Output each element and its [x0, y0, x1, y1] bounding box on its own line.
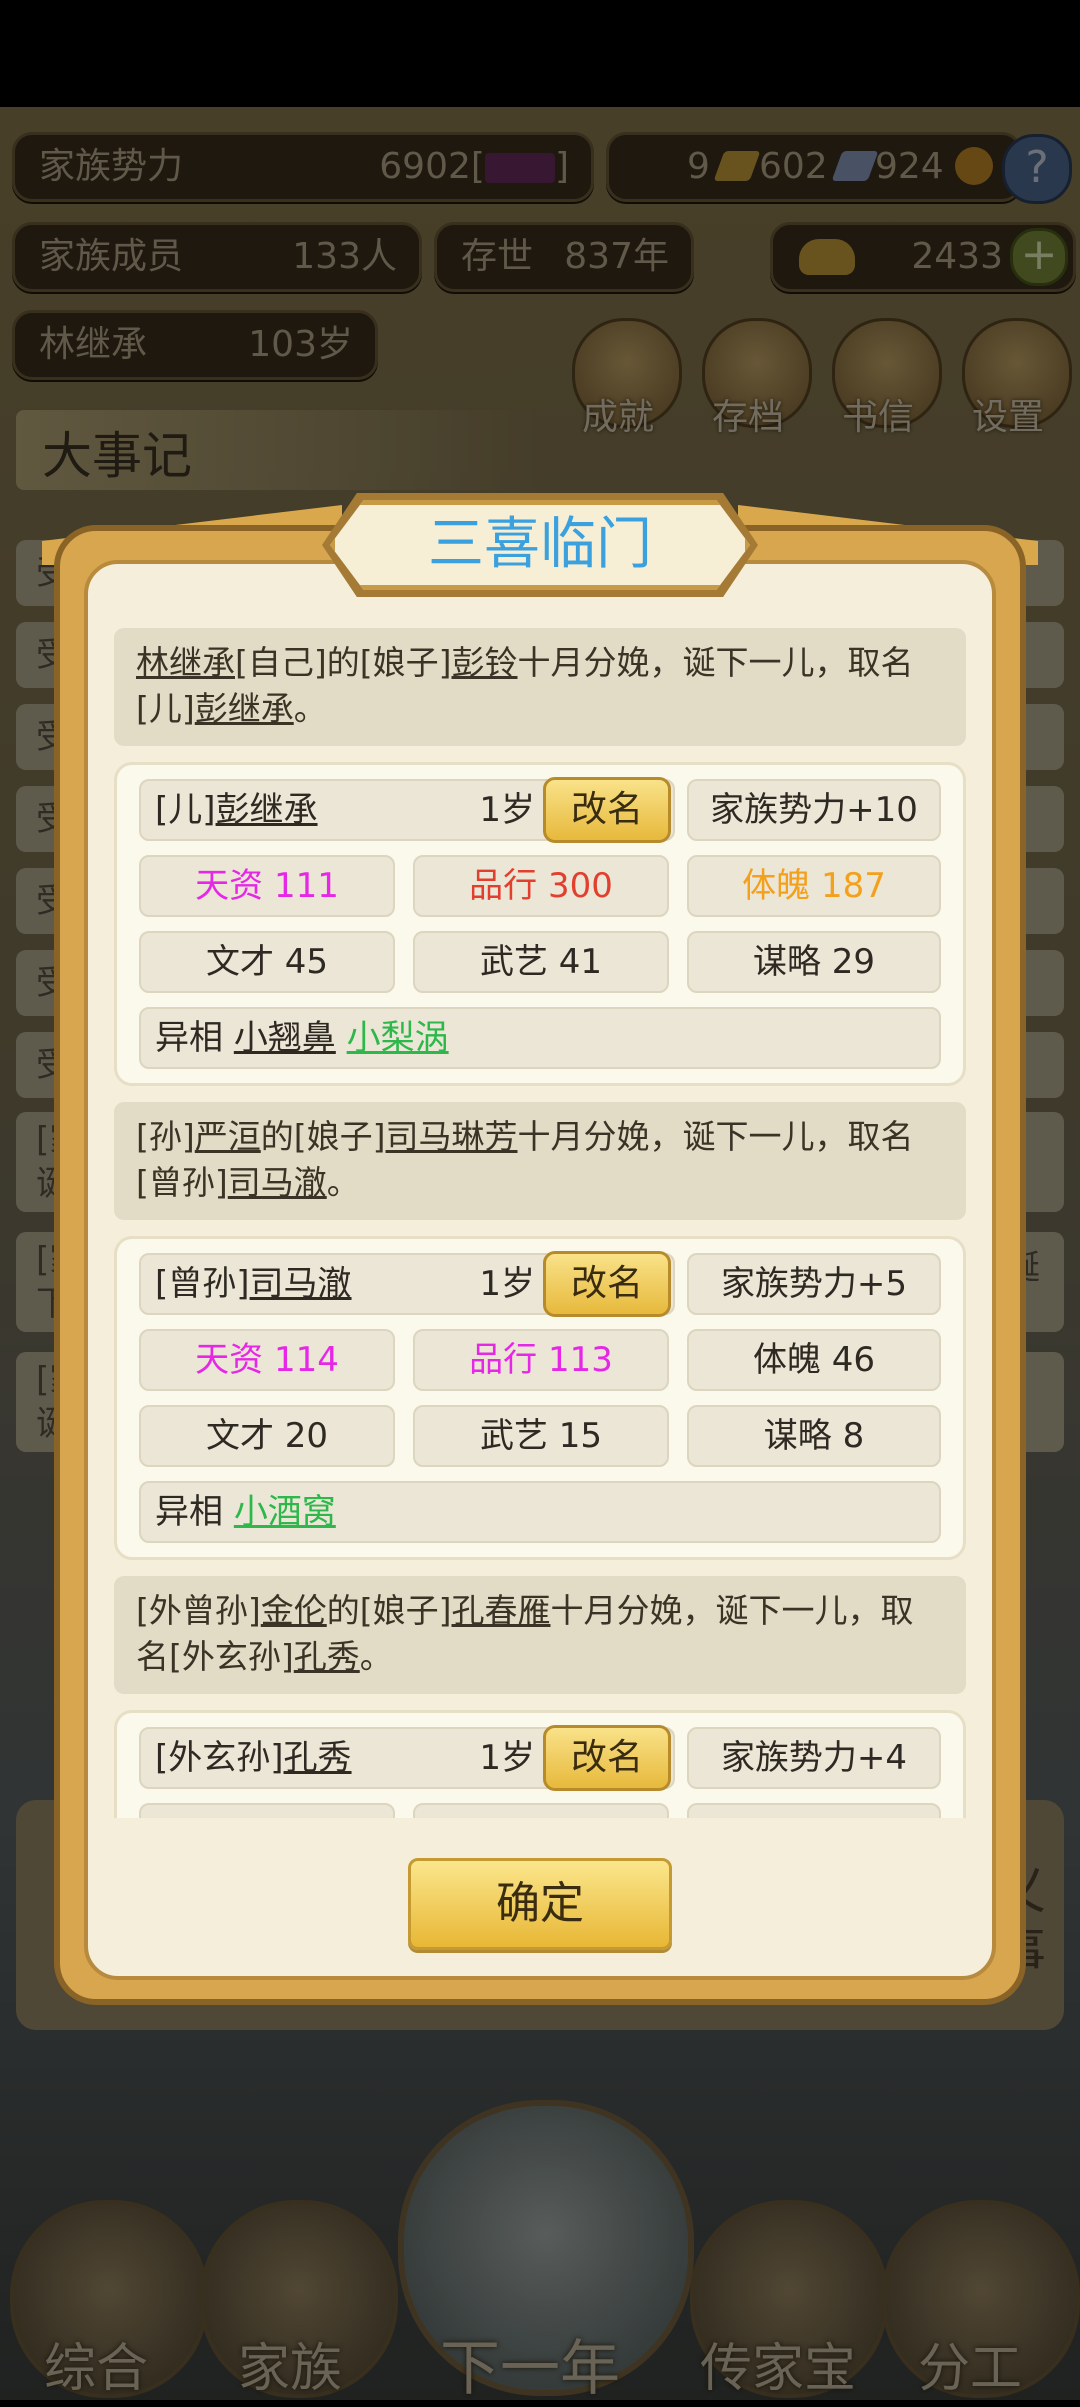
rename-button[interactable]: 改名	[543, 1725, 671, 1791]
announce-text: 。	[293, 689, 327, 728]
child-name[interactable]: 孔秀	[284, 1738, 352, 1778]
trait[interactable]: 小梨涡	[347, 1018, 449, 1058]
stat-literary: 文才 45	[139, 931, 395, 993]
announce-name[interactable]: 金伦	[261, 1591, 327, 1630]
child-card: [曾孙]司马澈 1岁 改名 家族势力+5 天资 114 品行 113 体魄 46…	[114, 1236, 966, 1560]
announce-name[interactable]: 孔秀	[294, 1637, 360, 1676]
stat-cell-clipped	[687, 1803, 941, 1818]
stat-conduct: 品行 300	[413, 855, 669, 917]
announce-name[interactable]: 司马澈	[228, 1163, 327, 1202]
child-age: 1岁	[479, 790, 535, 830]
stat-physique: 体魄 46	[687, 1329, 941, 1391]
child-name[interactable]: 彭继承	[216, 790, 318, 830]
announce-name[interactable]: 彭继承	[195, 689, 294, 728]
announce-name[interactable]: 林继承	[136, 643, 235, 682]
announce-text: 的[娘子]	[260, 1117, 386, 1156]
events-scroll-list[interactable]: 林继承[自己]的[娘子]彭铃十月分娩，诞下一儿，取名[儿]彭继承。 [儿]彭继承…	[114, 618, 966, 1818]
stat-cell-clipped	[139, 1803, 395, 1818]
announce-text: 的[娘子]	[326, 1591, 452, 1630]
confirm-button[interactable]: 确定	[408, 1858, 672, 1950]
modal-title: 三喜临门	[428, 512, 652, 577]
child-age: 1岁	[479, 1738, 535, 1778]
trait[interactable]: 小翘鼻	[234, 1018, 336, 1058]
child-age: 1岁	[479, 1264, 535, 1304]
child-card: [外玄孙]孔秀 1岁 改名 家族势力+4	[114, 1710, 966, 1818]
traits-cell: 异相 小翘鼻 小梨涡	[139, 1007, 941, 1069]
stat-conduct: 品行 113	[413, 1329, 669, 1391]
stat-cell-clipped	[413, 1803, 669, 1818]
family-power-gain: 家族势力+5	[687, 1253, 941, 1315]
rename-button[interactable]: 改名	[543, 777, 671, 843]
rename-button[interactable]: 改名	[543, 1251, 671, 1317]
family-power-gain: 家族势力+10	[687, 779, 941, 841]
birth-announcement: [孙]严洹的[娘子]司马琳芳十月分娩，诞下一儿，取名[曾孙]司马澈。	[114, 1102, 966, 1220]
child-relation: [儿]	[155, 790, 216, 830]
birth-announcement: 林继承[自己]的[娘子]彭铃十月分娩，诞下一儿，取名[儿]彭继承。	[114, 628, 966, 746]
stat-strategy: 谋略 29	[687, 931, 941, 993]
stat-physique: 体魄 187	[687, 855, 941, 917]
announce-text: [外曾孙]	[136, 1591, 261, 1630]
trait[interactable]: 小酒窝	[234, 1492, 336, 1532]
birth-announcement: [外曾孙]金伦的[娘子]孔春雁十月分娩，诞下一儿，取名[外玄孙]孔秀。	[114, 1576, 966, 1694]
announce-text: [自己]的[娘子]	[235, 643, 452, 682]
stat-strategy: 谋略 8	[687, 1405, 941, 1467]
child-name[interactable]: 司马澈	[250, 1264, 352, 1304]
announce-text: [孙]	[136, 1117, 195, 1156]
stat-literary: 文才 20	[139, 1405, 395, 1467]
child-card: [儿]彭继承 1岁 改名 家族势力+10 天资 111 品行 300 体魄 18…	[114, 762, 966, 1086]
stat-martial: 武艺 15	[413, 1405, 669, 1467]
child-relation: [曾孙]	[155, 1264, 250, 1304]
stat-talent: 天资 111	[139, 855, 395, 917]
announce-name[interactable]: 司马琳芳	[386, 1117, 518, 1156]
announce-name[interactable]: 彭铃	[452, 643, 518, 682]
stat-martial: 武艺 41	[413, 931, 669, 993]
traits-label: 异相	[155, 1018, 223, 1058]
announce-name[interactable]: 严洹	[195, 1117, 261, 1156]
traits-label: 异相	[155, 1492, 223, 1532]
child-relation: [外玄孙]	[155, 1738, 284, 1778]
announce-text: 。	[359, 1637, 393, 1676]
family-power-gain: 家族势力+4	[687, 1727, 941, 1789]
traits-cell: 异相 小酒窝	[139, 1481, 941, 1543]
announce-name[interactable]: 孔春雁	[452, 1591, 551, 1630]
stat-talent: 天资 114	[139, 1329, 395, 1391]
announce-text: 。	[326, 1163, 360, 1202]
